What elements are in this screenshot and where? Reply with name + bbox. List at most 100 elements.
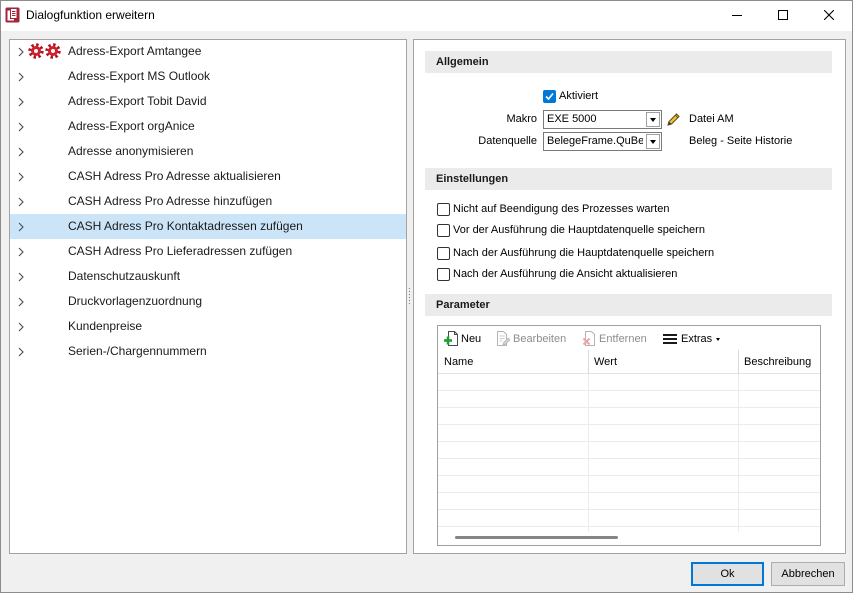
tree-item-label: CASH Adress Pro Adresse aktualisieren — [68, 169, 281, 183]
chevron-down-icon — [650, 118, 656, 122]
ok-button[interactable]: Ok — [691, 562, 764, 586]
maximize-icon — [778, 10, 788, 20]
chevron-right-icon[interactable] — [18, 347, 24, 357]
table-row[interactable] — [438, 374, 820, 391]
datasource-combo[interactable]: BelegeFrame.QuBel — [543, 132, 662, 151]
tree-item[interactable]: Adress-Export Amtangee — [10, 40, 406, 64]
tree-item[interactable]: CASH Adress Pro Adresse hinzufügen — [10, 189, 406, 214]
chevron-right-icon[interactable] — [18, 147, 24, 157]
function-tree: Adress-Export Amtangee Adress-Export MS … — [10, 40, 406, 364]
option-label[interactable]: Vor der Ausführung die Hauptdatenquelle … — [453, 223, 705, 237]
edit-document-icon — [495, 331, 510, 346]
macro-note: Datei AM — [689, 113, 734, 125]
tree-item[interactable]: CASH Adress Pro Adresse aktualisieren — [10, 164, 406, 189]
chevron-right-icon[interactable] — [18, 222, 24, 232]
tree-item-label: Adress-Export Amtangee — [68, 44, 202, 58]
table-row[interactable] — [438, 510, 820, 527]
activated-label[interactable]: Aktiviert — [559, 89, 598, 103]
option-label[interactable]: Nicht auf Beendigung des Prozesses warte… — [453, 202, 669, 216]
gear-icon — [28, 43, 44, 59]
chevron-right-icon[interactable] — [18, 72, 24, 82]
option-label[interactable]: Nach der Ausführung die Ansicht aktualis… — [453, 267, 677, 281]
macro-value: EXE 5000 — [547, 113, 597, 125]
option-checkbox[interactable] — [437, 224, 450, 237]
option-label[interactable]: Nach der Ausführung die Hauptdatenquelle… — [453, 246, 714, 260]
minimize-button[interactable] — [714, 0, 760, 31]
tree-item[interactable]: Druckvorlagenzuordnung — [10, 289, 406, 314]
chevron-right-icon[interactable] — [18, 97, 24, 107]
activated-checkbox[interactable] — [543, 90, 556, 103]
tree-item[interactable]: CASH Adress Pro Lieferadressen zufügen — [10, 239, 406, 264]
chevron-right-icon[interactable] — [18, 297, 24, 307]
option-checkbox[interactable] — [437, 247, 450, 260]
close-button[interactable] — [806, 0, 852, 31]
tree-item[interactable]: Kundenpreise — [10, 314, 406, 339]
chevron-right-icon[interactable] — [18, 247, 24, 257]
edit-button[interactable]: Bearbeiten — [513, 332, 566, 346]
tree-item[interactable]: Adresse anonymisieren — [10, 139, 406, 164]
column-divider[interactable] — [588, 350, 589, 374]
extras-button[interactable]: Extras — [681, 332, 712, 346]
tree-item[interactable]: Adress-Export Tobit David — [10, 89, 406, 114]
column-header-description[interactable]: Beschreibung — [744, 355, 811, 369]
close-icon — [824, 10, 834, 20]
section-header-settings: Einstellungen — [425, 168, 832, 190]
chevron-right-icon[interactable] — [18, 197, 24, 207]
gear-icon — [45, 43, 61, 59]
tree-item-label: CASH Adress Pro Kontaktadressen zufügen — [68, 219, 303, 233]
horizontal-scrollbar-thumb[interactable] — [455, 536, 618, 539]
tree-item[interactable]: Adress-Export orgAnice — [10, 114, 406, 139]
grid-body[interactable] — [438, 374, 820, 527]
datasource-label: Datenquelle — [478, 135, 537, 147]
datasource-dropdown-button[interactable] — [646, 134, 660, 149]
delete-document-icon — [582, 331, 597, 346]
tree-item[interactable]: CASH Adress Pro Kontaktadressen zufügen — [10, 214, 406, 239]
table-row[interactable] — [438, 459, 820, 476]
chevron-down-icon — [650, 140, 656, 144]
tree-item[interactable]: Adress-Export MS Outlook — [10, 64, 406, 89]
table-row[interactable] — [438, 425, 820, 442]
table-row[interactable] — [438, 391, 820, 408]
details-panel: Allgemein Aktiviert Makro EXE 5000 Datei… — [413, 39, 846, 554]
tree-item[interactable]: Serien-/Chargennummern — [10, 339, 406, 364]
dropdown-arrow-icon[interactable] — [716, 338, 720, 341]
table-row[interactable] — [438, 442, 820, 459]
datasource-value: BelegeFrame.QuBel — [547, 135, 643, 147]
splitter-handle[interactable] — [409, 288, 410, 304]
parameter-grid[interactable]: Neu Bearbeiten Entfernen Extras Name Wer… — [437, 325, 821, 546]
chevron-right-icon[interactable] — [18, 122, 24, 132]
chevron-right-icon[interactable] — [18, 47, 24, 57]
macro-combo[interactable]: EXE 5000 — [543, 110, 662, 129]
pencil-icon[interactable] — [666, 112, 681, 127]
option-checkbox[interactable] — [437, 268, 450, 281]
chevron-right-icon[interactable] — [18, 272, 24, 282]
column-divider[interactable] — [738, 350, 739, 374]
chevron-right-icon[interactable] — [18, 322, 24, 332]
tree-item[interactable]: Datenschutzauskunft — [10, 264, 406, 289]
tree-item-label: CASH Adress Pro Adresse hinzufügen — [68, 194, 273, 208]
tree-item-label: Druckvorlagenzuordnung — [68, 294, 203, 308]
new-button[interactable]: Neu — [461, 332, 481, 346]
chevron-right-icon[interactable] — [18, 172, 24, 182]
table-row[interactable] — [438, 493, 820, 510]
title-bar[interactable]: Dialogfunktion erweitern — [0, 0, 853, 31]
tree-item-label: CASH Adress Pro Lieferadressen zufügen — [68, 244, 293, 258]
menu-icon[interactable] — [663, 334, 677, 344]
tree-item-label: Datenschutzauskunft — [68, 269, 181, 283]
dialog-window: Dialogfunktion erweitern Adress-Export A… — [0, 0, 853, 593]
maximize-button[interactable] — [760, 0, 806, 31]
app-icon — [5, 7, 20, 23]
window-title: Dialogfunktion erweitern — [26, 8, 155, 22]
column-header-name[interactable]: Name — [444, 355, 473, 369]
macro-dropdown-button[interactable] — [646, 112, 660, 127]
add-document-icon[interactable] — [444, 331, 459, 346]
function-tree-panel[interactable]: Adress-Export Amtangee Adress-Export MS … — [9, 39, 407, 554]
option-checkbox[interactable] — [437, 203, 450, 216]
table-row[interactable] — [438, 408, 820, 425]
cancel-button[interactable]: Abbrechen — [771, 562, 845, 586]
table-row[interactable] — [438, 476, 820, 493]
column-header-value[interactable]: Wert — [594, 355, 617, 369]
tree-item-label: Adresse anonymisieren — [68, 144, 194, 158]
grid-header: Name Wert Beschreibung — [438, 350, 820, 374]
remove-button[interactable]: Entfernen — [599, 332, 647, 346]
